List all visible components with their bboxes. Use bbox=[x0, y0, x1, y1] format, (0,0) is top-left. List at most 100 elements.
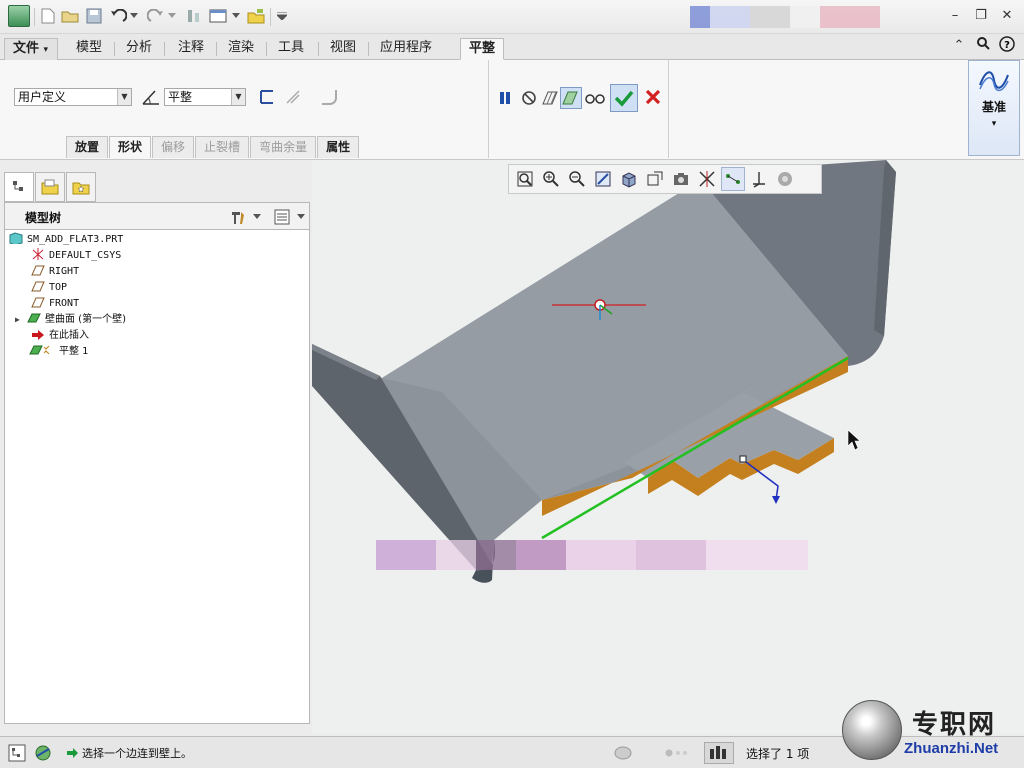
filter-icon[interactable] bbox=[704, 742, 734, 764]
datum-button[interactable]: 基准 ▾ bbox=[968, 60, 1020, 156]
wall-type-dropdown[interactable]: 用户定义 ▼ bbox=[14, 88, 132, 106]
file-menu-tab[interactable]: 文件 ▾ bbox=[4, 38, 58, 60]
minimize-button[interactable]: – bbox=[944, 6, 966, 26]
tab-flat[interactable]: 平整 bbox=[460, 38, 505, 60]
subtab-properties[interactable]: 属性 bbox=[317, 136, 360, 158]
redo-icon[interactable] bbox=[146, 6, 166, 26]
repaint-icon[interactable] bbox=[591, 167, 615, 191]
subtab-placement[interactable]: 放置 bbox=[66, 136, 109, 158]
tree-item-label: TOP bbox=[49, 282, 68, 293]
tree-item-first-wall[interactable]: ▶ 壁曲面 (第一个壁) bbox=[15, 312, 126, 328]
tree-item-insert-here[interactable]: 在此插入 bbox=[31, 328, 89, 344]
view-manager-icon[interactable] bbox=[669, 167, 693, 191]
bend-radius-icon[interactable] bbox=[318, 86, 340, 108]
windows-dropdown-icon[interactable] bbox=[230, 6, 242, 26]
datum-plane-icon bbox=[31, 265, 45, 276]
minimize-ribbon-icon[interactable]: ⌃ bbox=[948, 36, 970, 56]
model-tree-tab[interactable] bbox=[4, 172, 34, 202]
zoom-out-icon[interactable] bbox=[565, 167, 589, 191]
tree-item-csys[interactable]: DEFAULT_CSYS bbox=[31, 248, 121, 264]
windows-icon[interactable] bbox=[208, 6, 228, 26]
cancel-x-button[interactable] bbox=[642, 86, 664, 108]
restore-button[interactable]: ❐ bbox=[970, 6, 992, 26]
customize-qat-icon[interactable] bbox=[274, 6, 290, 26]
save-icon[interactable] bbox=[84, 6, 104, 26]
app-icon[interactable] bbox=[8, 5, 30, 27]
close-button[interactable]: ✕ bbox=[996, 6, 1018, 26]
tree-item-top[interactable]: TOP bbox=[31, 280, 67, 296]
angle-icon[interactable] bbox=[140, 86, 162, 108]
new-file-icon[interactable] bbox=[38, 6, 58, 26]
chevron-down-icon: ▾ bbox=[43, 45, 49, 55]
status-message: 选择一个边连到壁上。 bbox=[82, 747, 192, 760]
drag-handle-square[interactable] bbox=[739, 455, 747, 463]
tree-item-flat-1[interactable]: 平整 1 bbox=[29, 344, 89, 360]
tree-item-right[interactable]: RIGHT bbox=[31, 264, 79, 280]
tree-item-label: SM_ADD_FLAT3.PRT bbox=[27, 234, 124, 245]
sheetmetal-model-view[interactable] bbox=[312, 160, 1024, 734]
undo-icon[interactable] bbox=[108, 6, 128, 26]
tree-settings-icon[interactable] bbox=[227, 206, 249, 228]
show-browser-icon[interactable] bbox=[32, 742, 54, 764]
glasses-preview-icon[interactable] bbox=[584, 87, 606, 109]
navigator-tabs bbox=[4, 172, 97, 202]
refit-icon[interactable] bbox=[513, 167, 537, 191]
favorites-icon bbox=[72, 182, 90, 195]
favorites-tab[interactable] bbox=[66, 172, 96, 202]
tree-item-part[interactable]: SM_ADD_FLAT3.PRT bbox=[9, 232, 123, 248]
part-icon bbox=[9, 232, 23, 244]
show-navigator-icon[interactable] bbox=[6, 742, 28, 764]
tab-render[interactable]: 渲染 bbox=[220, 38, 262, 60]
show-columns-icon[interactable] bbox=[271, 206, 293, 228]
open-folder-icon[interactable] bbox=[60, 6, 80, 26]
tab-model[interactable]: 模型 bbox=[68, 38, 110, 60]
regen-status-icon[interactable] bbox=[612, 742, 634, 764]
verify-preview-icon[interactable] bbox=[560, 87, 582, 109]
csys-display-icon[interactable] bbox=[747, 167, 771, 191]
wireframe-preview-icon[interactable] bbox=[540, 87, 562, 109]
ok-checkmark-button[interactable] bbox=[610, 84, 638, 112]
display-style-icon[interactable] bbox=[617, 167, 641, 191]
wall-shape-dropdown[interactable]: 平整 ▼ bbox=[164, 88, 246, 106]
tab-applications[interactable]: 应用程序 bbox=[372, 38, 440, 60]
saved-orientations-icon[interactable] bbox=[643, 167, 667, 191]
graphics-window[interactable] bbox=[312, 160, 1024, 734]
zoom-in-icon[interactable] bbox=[539, 167, 563, 191]
watermark-en-text: Zhuanzhi.Net bbox=[904, 740, 999, 757]
wall-icon bbox=[27, 313, 41, 323]
tab-view[interactable]: 视图 bbox=[322, 38, 364, 60]
flat-wall-icon bbox=[29, 345, 50, 355]
tab-tools[interactable]: 工具 bbox=[270, 38, 312, 60]
regenerate-icon[interactable] bbox=[184, 6, 204, 26]
chevron-down-icon[interactable] bbox=[295, 206, 307, 228]
folder-browser-tab[interactable] bbox=[35, 172, 65, 202]
wall-type-value: 用户定义 bbox=[18, 90, 67, 104]
pause-icon[interactable] bbox=[494, 87, 516, 109]
search-icon[interactable] bbox=[972, 36, 994, 56]
blurred-window-title bbox=[690, 6, 880, 28]
datum-display-icon[interactable] bbox=[695, 167, 719, 191]
title-bar: – ❐ ✕ bbox=[0, 0, 1024, 34]
model-tree-header: 模型树 bbox=[4, 202, 310, 230]
no-preview-icon[interactable] bbox=[518, 87, 540, 109]
help-icon[interactable]: ? bbox=[996, 36, 1018, 56]
close-window-folder-icon[interactable] bbox=[246, 6, 266, 26]
redo-dropdown-icon[interactable] bbox=[166, 6, 178, 26]
thickness-icon[interactable] bbox=[282, 86, 304, 108]
annotation-display-icon[interactable] bbox=[773, 167, 797, 191]
tab-annotate[interactable]: 注释 bbox=[170, 38, 212, 60]
point-display-icon[interactable] bbox=[721, 167, 745, 191]
message-arrow-icon bbox=[67, 748, 78, 758]
ribbon-divider bbox=[488, 60, 489, 158]
undo-dropdown-icon[interactable] bbox=[128, 6, 140, 26]
tree-item-front[interactable]: FRONT bbox=[31, 296, 79, 312]
subtab-shape[interactable]: 形状 bbox=[109, 136, 152, 158]
chevron-down-icon[interactable] bbox=[251, 206, 263, 228]
qat-divider bbox=[34, 8, 35, 26]
flip-side-icon[interactable] bbox=[256, 86, 278, 108]
datum-icon bbox=[979, 71, 1009, 92]
tab-analysis[interactable]: 分析 bbox=[118, 38, 160, 60]
expand-icon[interactable]: ▶ bbox=[15, 312, 27, 328]
help-icon-glyph: ? bbox=[1004, 40, 1010, 51]
graphics-toolbar bbox=[508, 164, 822, 194]
